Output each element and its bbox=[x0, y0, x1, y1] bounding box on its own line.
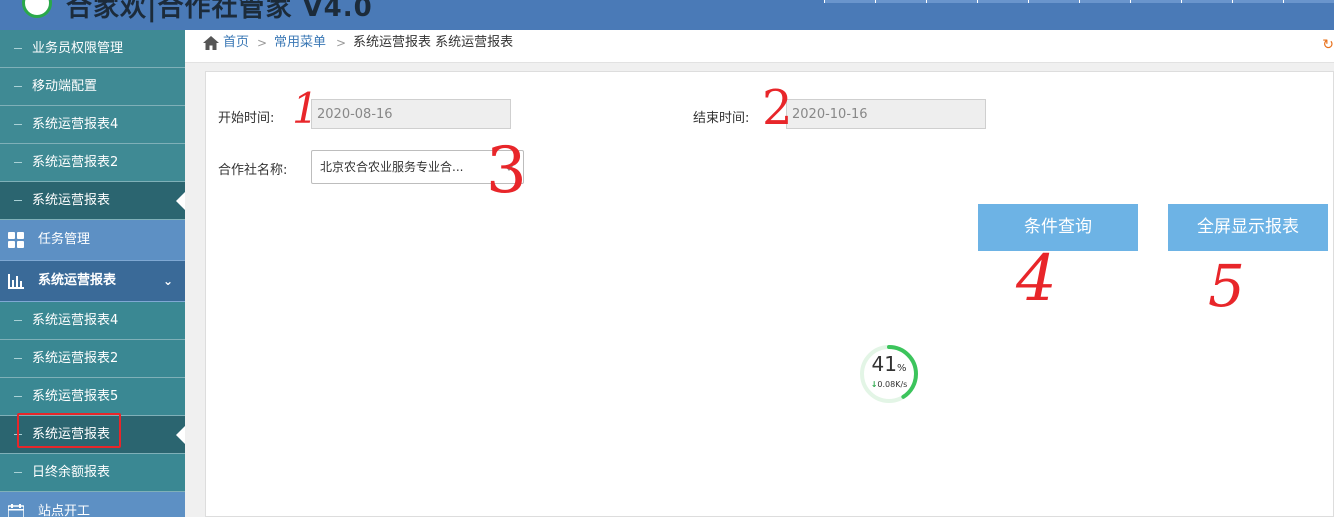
cooperative-select-value: 北京农合农业服务专业合... bbox=[320, 160, 464, 174]
top-nav-tab[interactable] bbox=[875, 0, 926, 3]
annotation-2: 2 bbox=[762, 80, 793, 136]
sidebar-group-label: 系统运营报表 bbox=[38, 273, 117, 288]
breadcrumb-menu-link[interactable]: 常用菜单 bbox=[274, 30, 326, 56]
sidebar-item-label: 移动端配置 bbox=[32, 79, 98, 94]
chevron-down-icon[interactable]: ⌄ bbox=[163, 261, 173, 301]
sidebar-item-salesman-permissions[interactable]: 业务员权限管理 bbox=[0, 30, 185, 68]
sidebar-item-report-2[interactable]: 系统运营报表2 bbox=[0, 144, 185, 182]
sidebar-item-label: 系统运营报表4 bbox=[32, 117, 119, 132]
app-title: 合家欢|合作社管家 V4.0 bbox=[66, 0, 373, 23]
tree-line-icon bbox=[14, 320, 22, 321]
breadcrumb-separator: > bbox=[336, 36, 347, 50]
sidebar-group-operations-report[interactable]: 系统运营报表 ⌄ bbox=[0, 261, 185, 302]
top-nav-tab[interactable] bbox=[926, 0, 977, 3]
main-panel: 开始时间: 2020-08-16 结束时间: 2020-10-16 合作社名称:… bbox=[205, 71, 1334, 517]
logo-icon bbox=[22, 0, 52, 18]
query-button[interactable]: 条件查询 bbox=[978, 204, 1138, 251]
top-nav-tab[interactable] bbox=[1028, 0, 1079, 3]
annotation-5: 5 bbox=[1208, 252, 1245, 320]
top-nav-tab[interactable] bbox=[1130, 0, 1181, 3]
progress-percent: 41% bbox=[871, 352, 907, 376]
sidebar-item-report[interactable]: 系统运营报表 bbox=[0, 182, 185, 220]
fullscreen-report-button[interactable]: 全屏显示报表 bbox=[1168, 204, 1328, 251]
active-pointer-icon bbox=[176, 191, 185, 211]
top-nav-tab[interactable] bbox=[1283, 0, 1334, 3]
sidebar-item-mobile-config[interactable]: 移动端配置 bbox=[0, 68, 185, 106]
tree-line-icon bbox=[14, 86, 22, 87]
sidebar-item-label: 系统运营报表5 bbox=[32, 389, 119, 404]
top-nav-tab[interactable] bbox=[1181, 0, 1232, 3]
end-time-input[interactable]: 2020-10-16 bbox=[786, 99, 986, 129]
sidebar-item-report-5[interactable]: 系统运营报表5 bbox=[0, 378, 185, 416]
tree-line-icon bbox=[14, 472, 22, 473]
end-time-label: 结束时间: bbox=[693, 111, 750, 126]
calendar-icon bbox=[8, 504, 24, 517]
tree-line-icon bbox=[14, 162, 22, 163]
sidebar-group-label: 任务管理 bbox=[38, 232, 91, 247]
download-speed: ↓0.08K/s bbox=[870, 380, 908, 389]
sidebar-item-report-2[interactable]: 系统运营报表2 bbox=[0, 340, 185, 378]
sidebar-item-report-4[interactable]: 系统运营报表4 bbox=[0, 302, 185, 340]
top-nav-tab[interactable] bbox=[977, 0, 1028, 3]
active-pointer-icon bbox=[176, 425, 185, 445]
top-header: 合家欢|合作社管家 V4.0 bbox=[0, 0, 1334, 30]
breadcrumb-current: 系统运营报表 系统运营报表 bbox=[353, 35, 514, 50]
sidebar-group-label: 站点开工 bbox=[38, 504, 91, 517]
top-nav-tab[interactable] bbox=[1079, 0, 1130, 3]
tree-line-icon bbox=[14, 358, 22, 359]
sidebar-item-label: 系统运营报表4 bbox=[32, 313, 119, 328]
sidebar-item-label: 日终余额报表 bbox=[32, 465, 111, 480]
cooperative-name-label: 合作社名称: bbox=[218, 163, 288, 178]
top-nav bbox=[824, 0, 1334, 4]
annotation-4: 4 bbox=[1016, 242, 1057, 316]
grid-icon bbox=[8, 232, 24, 248]
red-highlight-box bbox=[17, 413, 121, 448]
tree-line-icon bbox=[14, 200, 22, 201]
home-icon bbox=[203, 36, 219, 50]
sidebar-item-daily-balance-report[interactable]: 日终余额报表 bbox=[0, 454, 185, 492]
annotation-1: 1 bbox=[292, 84, 319, 133]
bar-chart-icon bbox=[8, 274, 24, 289]
top-nav-tab[interactable] bbox=[824, 0, 875, 3]
start-time-input[interactable]: 2020-08-16 bbox=[311, 99, 511, 129]
tree-line-icon bbox=[14, 396, 22, 397]
breadcrumb-home-link[interactable]: 首页 bbox=[223, 30, 249, 56]
sidebar-item-label: 系统运营报表2 bbox=[32, 351, 119, 366]
sidebar-group-station[interactable]: 站点开工 bbox=[0, 492, 185, 517]
top-nav-tab[interactable] bbox=[1232, 0, 1283, 3]
tree-line-icon bbox=[14, 48, 22, 49]
sidebar-group-task-management[interactable]: 任务管理 bbox=[0, 220, 185, 261]
network-speed-badge[interactable]: 41% ↓0.08K/s bbox=[857, 342, 921, 406]
breadcrumb: 首页 > 常用菜单 > 系统运营报表 系统运营报表 ↻ bbox=[185, 30, 1334, 63]
annotation-3: 3 bbox=[486, 134, 527, 208]
breadcrumb-separator: > bbox=[257, 36, 268, 50]
sidebar-item-label: 系统运营报表2 bbox=[32, 155, 119, 170]
sidebar-item-label: 系统运营报表 bbox=[32, 193, 111, 208]
sidebar-item-label: 业务员权限管理 bbox=[32, 41, 124, 56]
sidebar-item-report-4[interactable]: 系统运营报表4 bbox=[0, 106, 185, 144]
tree-line-icon bbox=[14, 124, 22, 125]
refresh-icon[interactable]: ↻ bbox=[1322, 32, 1334, 58]
start-time-label: 开始时间: bbox=[218, 111, 275, 126]
